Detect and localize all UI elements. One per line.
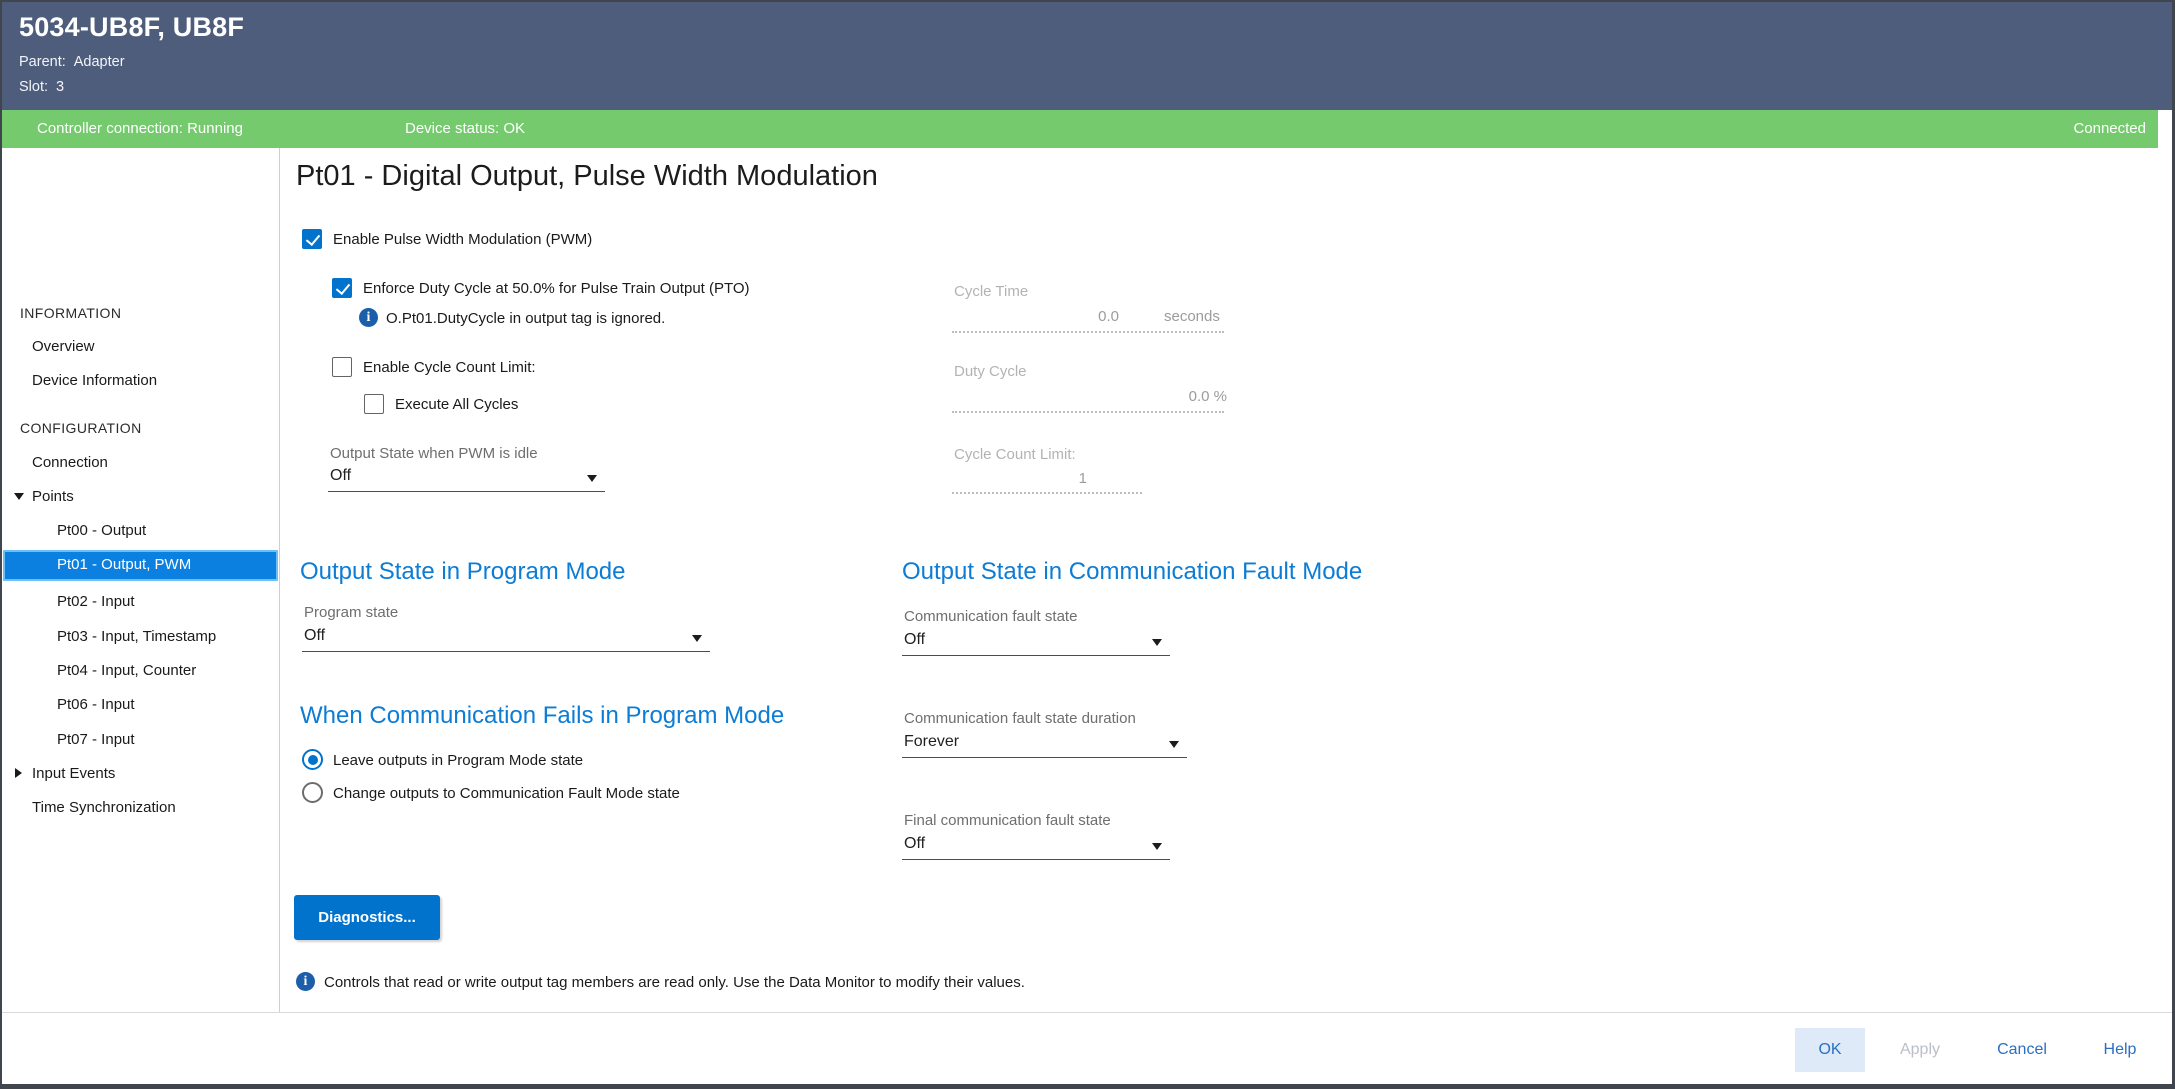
sidebar-item-pt03[interactable]: Pt03 - Input, Timestamp	[57, 628, 216, 645]
cycle-count-limit-label: Cycle Count Limit:	[954, 446, 1076, 463]
sidebar-section-information: INFORMATION	[20, 305, 121, 321]
input-events-collapsed-arrow-icon[interactable]	[15, 768, 22, 778]
duty-cycle-info-text: O.Pt01.DutyCycle in output tag is ignore…	[386, 310, 665, 327]
execute-all-cycles-checkbox[interactable]	[364, 394, 384, 414]
points-expanded-arrow-icon[interactable]	[14, 493, 24, 500]
device-status: Device status: OK	[405, 120, 525, 137]
duty-cycle-label: Duty Cycle	[954, 363, 1027, 380]
sidebar-item-pt04[interactable]: Pt04 - Input, Counter	[57, 662, 196, 679]
comm-fault-state-value: Off	[904, 631, 925, 649]
final-fault-state-value: Off	[904, 835, 925, 853]
module-slot-row: Slot: 3	[19, 79, 64, 95]
help-button[interactable]: Help	[2082, 1028, 2158, 1072]
connection-state: Connected	[2073, 120, 2146, 137]
comm-fault-state-label: Communication fault state	[904, 608, 1077, 625]
slot-value: 3	[56, 79, 64, 95]
program-state-value: Off	[304, 627, 325, 645]
module-header: 5034-UB8F, UB8F Parent: Adapter Slot: 3	[2, 2, 2172, 110]
sidebar-item-points[interactable]: Points	[32, 488, 74, 505]
info-icon: i	[359, 308, 378, 327]
sidebar-item-overview[interactable]: Overview	[32, 338, 95, 355]
page-title: Pt01 - Digital Output, Pulse Width Modul…	[296, 160, 878, 193]
cycle-time-label: Cycle Time	[954, 283, 1028, 300]
controller-connection-status: Controller connection: Running	[37, 120, 243, 137]
cancel-button[interactable]: Cancel	[1974, 1028, 2070, 1072]
chevron-down-icon	[587, 475, 597, 482]
cycle-time-value: 0.0	[954, 308, 1119, 325]
module-parent-row: Parent: Adapter	[19, 54, 125, 70]
enforce-duty-cycle-label: Enforce Duty Cycle at 50.0% for Pulse Tr…	[363, 280, 750, 297]
final-fault-state-dropdown[interactable]: Off	[902, 834, 1170, 860]
final-fault-state-label: Final communication fault state	[904, 812, 1111, 829]
connection-status-bar: Controller connection: Running Device st…	[2, 110, 2158, 148]
program-mode-heading: Output State in Program Mode	[300, 558, 626, 586]
sidebar-nav: INFORMATION Overview Device Information …	[2, 148, 279, 1012]
sidebar-item-pt00[interactable]: Pt00 - Output	[57, 522, 146, 539]
apply-button[interactable]: Apply	[1878, 1028, 1962, 1072]
cycle-count-limit-underline	[952, 492, 1142, 494]
module-title: 5034-UB8F, UB8F	[19, 12, 244, 43]
sidebar-item-time-synchronization[interactable]: Time Synchronization	[32, 799, 176, 816]
footer-divider	[2, 1012, 2172, 1013]
cycle-time-underline	[952, 331, 1224, 333]
read-only-note: Controls that read or write output tag m…	[324, 974, 1025, 991]
duty-cycle-value: 0.0 %	[954, 388, 1227, 405]
comm-fails-heading: When Communication Fails in Program Mode	[300, 702, 784, 730]
duty-cycle-underline	[952, 411, 1224, 413]
parent-value: Adapter	[74, 54, 125, 70]
change-outputs-label: Change outputs to Communication Fault Mo…	[333, 785, 680, 802]
program-state-label: Program state	[304, 604, 398, 621]
ok-button[interactable]: OK	[1795, 1028, 1865, 1072]
parent-label: Parent:	[19, 54, 66, 70]
comm-fault-duration-label: Communication fault state duration	[904, 710, 1136, 727]
chevron-down-icon	[1169, 741, 1179, 748]
slot-label: Slot:	[19, 79, 48, 95]
idle-state-label: Output State when PWM is idle	[330, 445, 538, 462]
sidebar-item-pt06[interactable]: Pt06 - Input	[57, 696, 135, 713]
program-state-dropdown[interactable]: Off	[302, 626, 710, 652]
comm-fault-duration-dropdown[interactable]: Forever	[902, 732, 1187, 758]
comm-fault-state-dropdown[interactable]: Off	[902, 630, 1170, 656]
info-icon: i	[296, 972, 315, 991]
sidebar-item-pt02[interactable]: Pt02 - Input	[57, 593, 135, 610]
chevron-down-icon	[692, 635, 702, 642]
chevron-down-icon	[1152, 639, 1162, 646]
sidebar-item-pt07[interactable]: Pt07 - Input	[57, 731, 135, 748]
chevron-down-icon	[1152, 843, 1162, 850]
cycle-count-limit-value: 1	[952, 470, 1087, 487]
sidebar-item-pt01-label: Pt01 - Output, PWM	[57, 556, 191, 573]
sidebar-item-connection[interactable]: Connection	[32, 454, 108, 471]
device-profile-window: 5034-UB8F, UB8F Parent: Adapter Slot: 3 Co…	[0, 0, 2175, 1089]
cycle-time-unit: seconds	[1164, 308, 1220, 325]
leave-outputs-radio[interactable]	[302, 749, 323, 770]
idle-state-value: Off	[330, 467, 351, 485]
enable-cycle-count-checkbox[interactable]	[332, 357, 352, 377]
sidebar-section-configuration: CONFIGURATION	[20, 420, 142, 436]
diagnostics-button[interactable]: Diagnostics...	[294, 895, 440, 940]
sidebar-item-pt01-selected[interactable]: Pt01 - Output, PWM	[3, 550, 278, 581]
sidebar-item-input-events[interactable]: Input Events	[32, 765, 115, 782]
comm-fault-mode-heading: Output State in Communication Fault Mode	[902, 558, 1362, 586]
enforce-duty-cycle-checkbox[interactable]	[332, 278, 352, 298]
enable-pwm-label: Enable Pulse Width Modulation (PWM)	[333, 231, 592, 248]
sidebar-divider	[279, 148, 280, 1012]
comm-fault-duration-value: Forever	[904, 733, 959, 751]
sidebar-item-device-information[interactable]: Device Information	[32, 372, 157, 389]
idle-state-dropdown[interactable]: Off	[328, 466, 605, 492]
enable-pwm-checkbox[interactable]	[302, 229, 322, 249]
change-outputs-radio[interactable]	[302, 782, 323, 803]
execute-all-cycles-label: Execute All Cycles	[395, 396, 518, 413]
enable-cycle-count-label: Enable Cycle Count Limit:	[363, 359, 536, 376]
leave-outputs-label: Leave outputs in Program Mode state	[333, 752, 583, 769]
